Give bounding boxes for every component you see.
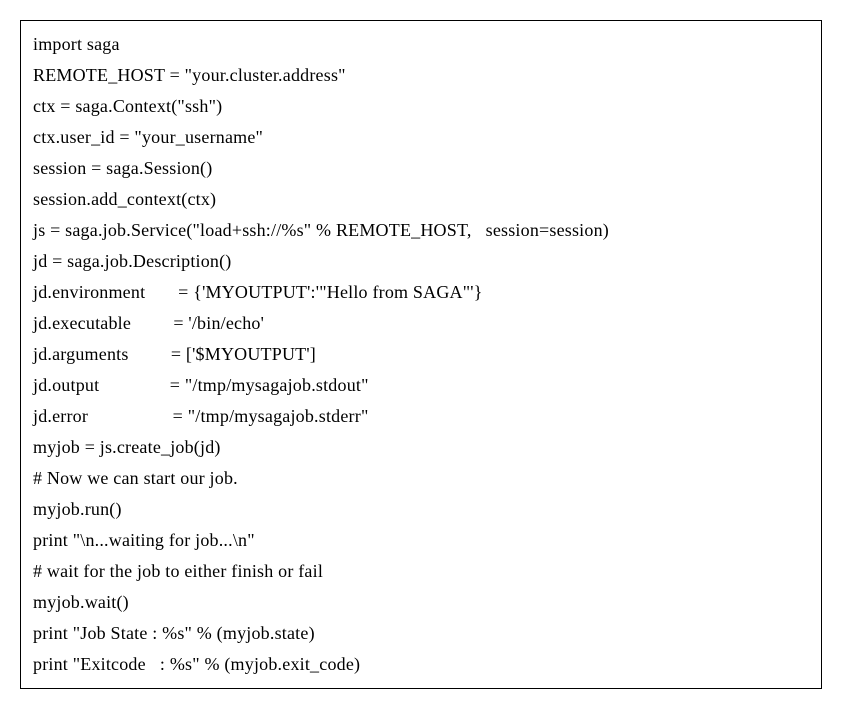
code-line: print "\n...waiting for job...\n"	[33, 525, 809, 556]
code-line: print "Job State : %s" % (myjob.state)	[33, 618, 809, 649]
code-line: myjob.run()	[33, 494, 809, 525]
code-line: ctx.user_id = "your_username"	[33, 122, 809, 153]
code-line: jd.arguments = ['$MYOUTPUT']	[33, 339, 809, 370]
code-line: myjob = js.create_job(jd)	[33, 432, 809, 463]
code-block: import saga REMOTE_HOST = "your.cluster.…	[20, 20, 822, 689]
code-line: jd.environment = {'MYOUTPUT':'"Hello fro…	[33, 277, 809, 308]
code-line: js = saga.job.Service("load+ssh://%s" % …	[33, 215, 809, 246]
code-line: jd.error = "/tmp/mysagajob.stderr"	[33, 401, 809, 432]
code-line: ctx = saga.Context("ssh")	[33, 91, 809, 122]
code-line: session = saga.Session()	[33, 153, 809, 184]
code-line: jd.executable = '/bin/echo'	[33, 308, 809, 339]
code-line: myjob.wait()	[33, 587, 809, 618]
code-line: jd = saga.job.Description()	[33, 246, 809, 277]
code-line: # wait for the job to either finish or f…	[33, 556, 809, 587]
code-line: jd.output = "/tmp/mysagajob.stdout"	[33, 370, 809, 401]
code-line: import saga	[33, 29, 809, 60]
code-line: session.add_context(ctx)	[33, 184, 809, 215]
code-line: print "Exitcode : %s" % (myjob.exit_code…	[33, 649, 809, 680]
code-line: REMOTE_HOST = "your.cluster.address"	[33, 60, 809, 91]
code-line: # Now we can start our job.	[33, 463, 809, 494]
